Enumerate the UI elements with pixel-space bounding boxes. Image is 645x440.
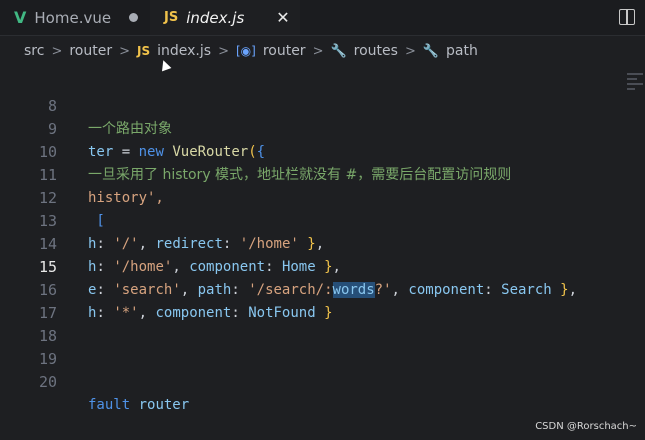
line-number: 20 [38,373,57,391]
chevron-right-icon: > [51,43,63,59]
chevron-right-icon: > [404,43,416,59]
breadcrumb-item-router[interactable]: router [69,43,112,59]
code-text: [ [88,213,105,229]
variable-icon: [◉] [235,44,256,58]
text-selection[interactable]: words [332,282,375,298]
breadcrumb-item-index-js[interactable]: index.js [157,43,211,59]
vue-file-icon: V [14,8,27,27]
code-line: 10 一旦采用了 history 模式，地址栏就没有 #，需要后台配置访问规则 [0,118,511,183]
breadcrumb-item-src[interactable]: src [24,43,44,59]
code-text: history', [88,190,164,206]
property-icon: 🔧 [422,43,440,59]
code-editor[interactable]: 8 一个路由对象 9 ter = new VueRouter({ 10 一旦采用… [0,70,645,438]
tab-bar: V Home.vue JS index.js ✕ [0,0,645,36]
tab-index-js[interactable]: JS index.js ✕ [150,0,300,35]
close-icon[interactable]: ✕ [276,8,289,27]
code-text: 一个路由对象 [88,121,172,137]
code-line: 13 h: '/', redirect: '/home' }, [0,187,324,252]
breadcrumb-item-router-var[interactable]: router [263,43,306,59]
breadcrumb-item-path[interactable]: path [446,43,478,59]
code-line: 11 history', [0,141,164,206]
chevron-right-icon: > [119,43,131,59]
tab-label: Home.vue [34,8,112,27]
code-line-current: 15 e: 'search', path: '/search/:words?',… [0,233,577,298]
js-file-icon: JS [137,44,151,58]
code-line: 17 [0,279,57,322]
split-editor-icon[interactable] [619,9,635,25]
chevron-right-icon: > [218,43,229,59]
code-line: 20 fault router [0,348,189,413]
property-icon: 🔧 [330,43,347,59]
code-line: 14 h: '/home', component: Home }, [0,210,341,275]
tab-home-vue[interactable]: V Home.vue [0,0,150,35]
code-line: 16 h: '*', component: NotFound } [0,256,333,321]
breadcrumb: src > router > JS index.js > [◉] router … [0,36,645,66]
tab-label: index.js [186,8,245,27]
code-line: 18 [0,302,57,345]
code-text: 一旦采用了 history 模式，地址栏就没有 #，需要后台配置访问规则 [88,167,512,183]
chevron-right-icon: > [312,43,324,59]
watermark: CSDN @Rorschach~ [535,421,637,432]
code-line: 9 ter = new VueRouter({ [0,95,265,160]
breadcrumb-item-routes[interactable]: routes [354,43,398,59]
unsaved-dot-icon[interactable] [129,13,139,22]
code-line: 12 [ [0,164,105,229]
js-file-icon: JS [164,10,179,25]
code-line: 19 [0,325,57,368]
minimap[interactable] [625,70,645,110]
code-line: 8 一个路由对象 [0,72,172,137]
